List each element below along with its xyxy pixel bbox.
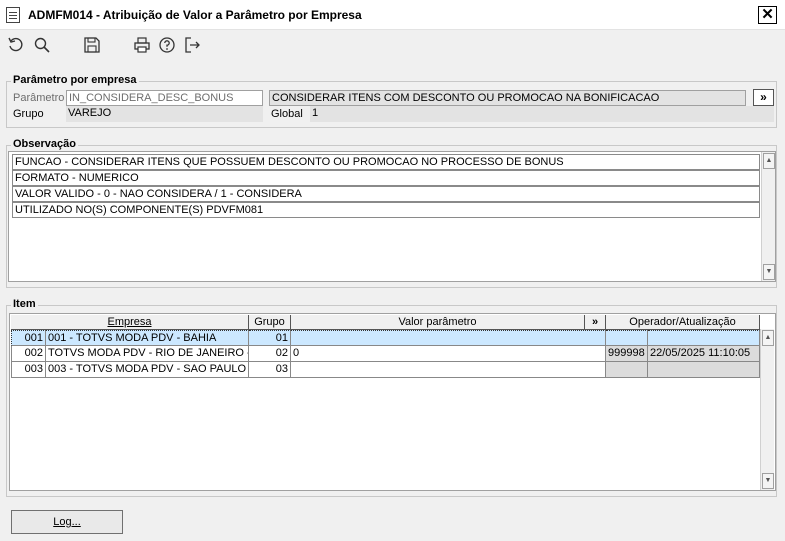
grupo-label: Grupo [13, 108, 44, 120]
grupo-cell[interactable]: 02 [249, 346, 291, 362]
toolbar [0, 30, 785, 60]
item-group-title: Item [11, 298, 38, 310]
empresa-cell[interactable]: TOTVS MODA PDV - RIO DE JANEIRO - N [46, 346, 249, 362]
column-header-more-button[interactable]: » [585, 315, 606, 330]
print-icon [134, 37, 150, 53]
parametro-more-button[interactable]: » [753, 89, 774, 106]
column-header-empresa[interactable]: Empresa [11, 315, 249, 330]
data-cell[interactable] [648, 362, 760, 378]
save-icon [84, 37, 100, 53]
valor-cell[interactable] [291, 362, 606, 378]
empresa-cell[interactable]: 003 - TOTVS MODA PDV - SAO PAULO [46, 362, 249, 378]
search-button[interactable] [31, 34, 53, 56]
row-number[interactable]: 002 [11, 346, 46, 362]
grupo-cell[interactable]: 03 [249, 362, 291, 378]
grupo-cell[interactable]: 01 [249, 330, 291, 346]
title-bar: ADMFM014 - Atribuição de Valor a Parâmet… [0, 0, 785, 30]
observacao-line: FORMATO - NUMERICO [12, 170, 760, 186]
empresa-cell[interactable]: 001 - TOTVS MODA PDV - BAHIA [46, 330, 249, 346]
operador-cell[interactable]: 999998 [606, 346, 648, 362]
data-cell[interactable]: 22/05/2025 11:10:05 [648, 346, 760, 362]
parametro-group-title: Parâmetro por empresa [11, 74, 139, 86]
parametro-label: Parâmetro [13, 92, 65, 104]
log-button-label: Log... [53, 516, 81, 528]
refresh-button[interactable] [5, 34, 27, 56]
log-button[interactable]: Log... [11, 510, 123, 534]
row-number[interactable]: 001 [11, 330, 46, 346]
close-button[interactable]: ✕ [758, 6, 777, 24]
observacao-list[interactable]: FUNCAO - CONSIDERAR ITENS QUE POSSUEM DE… [8, 151, 776, 282]
observacao-line: FUNCAO - CONSIDERAR ITENS QUE POSSUEM DE… [12, 154, 760, 170]
observacao-scrollbar[interactable]: ▲ ▼ [761, 152, 775, 281]
scroll-down-icon[interactable]: ▼ [763, 264, 775, 280]
search-icon [34, 37, 50, 53]
column-header-empresa-label: Empresa [107, 316, 152, 328]
scroll-down-icon[interactable]: ▼ [762, 473, 774, 489]
global-field: 1 [310, 106, 774, 122]
parametro-description-field: CONSIDERAR ITENS COM DESCONTO OU PROMOCA… [269, 90, 746, 106]
exit-icon [185, 37, 200, 53]
parametro-field[interactable]: IN_CONSIDERA_DESC_BONUS [66, 90, 263, 106]
item-grid-scrollbar[interactable]: ▲ ▼ [760, 329, 774, 490]
save-button[interactable] [81, 34, 103, 56]
scroll-up-icon[interactable]: ▲ [763, 153, 775, 169]
column-header-grupo[interactable]: Grupo [249, 315, 291, 330]
observacao-group-title: Observação [11, 138, 78, 150]
row-number[interactable]: 003 [11, 362, 46, 378]
observacao-line: VALOR VALIDO - 0 - NAO CONSIDERA / 1 - C… [12, 186, 760, 202]
help-button[interactable] [156, 34, 178, 56]
data-cell[interactable] [648, 330, 760, 346]
operador-cell[interactable] [606, 362, 648, 378]
global-label: Global [271, 108, 303, 120]
grupo-field: VAREJO [66, 106, 263, 122]
window-title: ADMFM014 - Atribuição de Valor a Parâmet… [28, 8, 362, 22]
print-button[interactable] [131, 34, 153, 56]
document-icon [6, 7, 20, 23]
column-header-operador[interactable]: Operador/Atualização [606, 315, 760, 330]
observacao-line: UTILIZADO NO(S) COMPONENTE(S) PDVFM081 [12, 202, 760, 218]
scroll-up-icon[interactable]: ▲ [762, 330, 774, 346]
help-icon [159, 37, 175, 53]
exit-button[interactable] [181, 34, 203, 56]
column-header-valor[interactable]: Valor parâmetro [291, 315, 585, 330]
valor-cell[interactable] [291, 330, 606, 346]
operador-cell[interactable] [606, 330, 648, 346]
refresh-icon [8, 37, 23, 52]
valor-cell[interactable]: 0 [291, 346, 606, 362]
close-icon: ✕ [761, 6, 774, 23]
